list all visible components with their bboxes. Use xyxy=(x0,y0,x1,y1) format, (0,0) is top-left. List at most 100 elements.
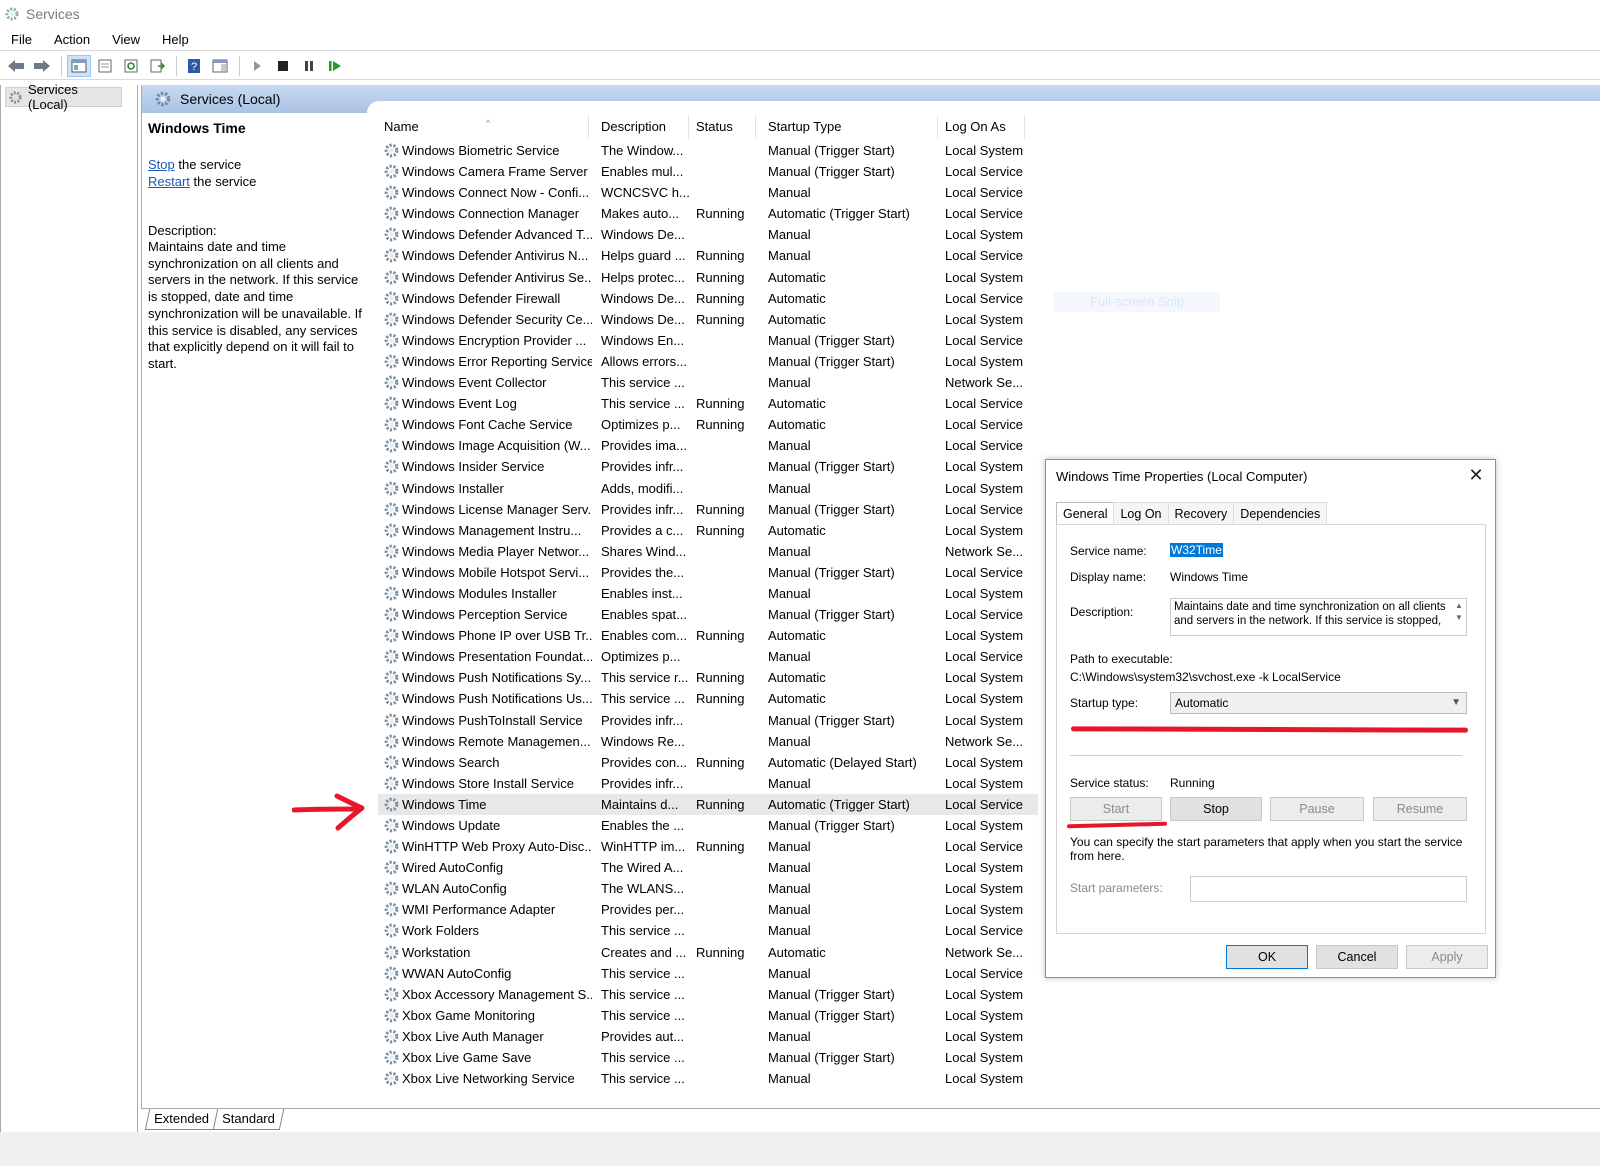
column-header-log-on-as[interactable]: Log On As xyxy=(945,115,1025,139)
play-icon[interactable] xyxy=(245,55,269,77)
sort-caret-icon: ^ xyxy=(486,118,491,128)
service-startup-type: Manual (Trigger Start) xyxy=(768,164,895,180)
restart-icon[interactable] xyxy=(323,55,347,77)
red-arrow-annotation xyxy=(292,793,365,831)
stop-link[interactable]: Stop xyxy=(148,157,175,172)
tab-dependencies[interactable]: Dependencies xyxy=(1233,502,1328,524)
start-params-input[interactable] xyxy=(1190,876,1467,902)
close-icon[interactable]: ✕ xyxy=(1465,464,1487,486)
chevron-down-icon[interactable]: ▼ xyxy=(1455,613,1463,622)
show-hide-pane-icon[interactable] xyxy=(208,55,232,77)
table-row[interactable]: Windows Defender Antivirus N... Helps gua… xyxy=(378,245,1038,266)
apply-button[interactable]: Apply xyxy=(1406,945,1488,969)
pause-icon[interactable] xyxy=(297,55,321,77)
table-row[interactable]: Windows Font Cache Service Optimizes p...… xyxy=(378,414,1038,435)
console-tree-icon[interactable] xyxy=(67,54,91,77)
service-log-on-as: Local System xyxy=(945,585,1024,601)
table-row[interactable]: Windows Media Player Networ... Shares Win… xyxy=(378,541,1038,562)
table-row[interactable]: Windows Mobile Hotspot Servi... Provides … xyxy=(378,562,1038,583)
table-row[interactable]: Xbox Live Game Save This service ... Manua… xyxy=(378,1047,1038,1068)
table-row[interactable]: Windows Push Notifications Us... This ser… xyxy=(378,688,1038,709)
pause-button[interactable]: Pause xyxy=(1270,797,1364,821)
table-row[interactable]: Windows Time Maintains d... Running Automat… xyxy=(378,793,1038,815)
service-name: Xbox Live Networking Service xyxy=(402,1071,575,1087)
tab-standard[interactable]: Standard xyxy=(212,1109,284,1130)
tab-recovery[interactable]: Recovery xyxy=(1167,502,1235,524)
table-row[interactable]: Windows Update Enables the ... Manual (Tri… xyxy=(378,815,1038,836)
tree-item-services-local[interactable]: Services (Local) xyxy=(5,82,122,112)
refresh-icon[interactable] xyxy=(119,55,143,77)
properties-icon[interactable] xyxy=(93,55,117,77)
table-row[interactable]: Windows Camera Frame Server Enables mul..… xyxy=(378,161,1038,182)
menu-help[interactable]: Help xyxy=(151,32,200,47)
table-row[interactable]: Windows Defender Security Ce... Windows D… xyxy=(378,309,1038,330)
table-row[interactable]: Windows Insider Service Provides infr... M… xyxy=(378,456,1038,477)
column-header-startup-type[interactable]: Startup Type xyxy=(768,115,938,139)
table-row[interactable]: Xbox Live Networking Service This service… xyxy=(378,1068,1038,1089)
cancel-button[interactable]: Cancel xyxy=(1316,945,1398,969)
menu-file[interactable]: File xyxy=(0,32,43,47)
table-row[interactable]: Windows Event Collector This service ... M… xyxy=(378,372,1038,393)
table-row[interactable]: Windows Presentation Foundat... Optimizes… xyxy=(378,646,1038,667)
stop-button[interactable]: Stop xyxy=(1170,797,1262,821)
menu-action[interactable]: Action xyxy=(43,32,101,47)
table-row[interactable]: Windows Connection Manager Makes auto... R… xyxy=(378,203,1038,224)
column-header-status[interactable]: Status xyxy=(696,115,756,139)
export-list-icon[interactable] xyxy=(145,55,169,77)
startup-type-select[interactable]: Automatic ▼ xyxy=(1170,692,1467,714)
table-row[interactable]: Windows Defender Advanced T... Windows De… xyxy=(378,224,1038,245)
table-row[interactable]: Windows Management Instru... Provides a c… xyxy=(378,520,1038,541)
tab-extended[interactable]: Extended xyxy=(144,1109,219,1130)
table-row[interactable]: Windows Defender Antivirus Se... Helps pr… xyxy=(378,267,1038,288)
table-row[interactable]: Windows License Manager Serv... Provides … xyxy=(378,499,1038,520)
table-row[interactable]: Xbox Game Monitoring This service ... Manu… xyxy=(378,1005,1038,1026)
forward-arrow-icon[interactable] xyxy=(30,55,54,77)
table-row[interactable]: Windows Defender Firewall Windows De... Ru… xyxy=(378,288,1038,309)
menu-view[interactable]: View xyxy=(101,32,151,47)
table-row[interactable]: Windows PushToInstall Service Provides in… xyxy=(378,710,1038,731)
ok-button[interactable]: OK xyxy=(1226,945,1308,969)
table-row[interactable]: Windows Encryption Provider ... Windows E… xyxy=(378,330,1038,351)
service-name-value[interactable]: W32Time xyxy=(1170,543,1223,557)
table-row[interactable]: Windows Perception Service Enables spat..… xyxy=(378,604,1038,625)
divider xyxy=(1070,755,1462,756)
table-row[interactable]: Work Folders This service ... Manual Local … xyxy=(378,920,1038,941)
table-row[interactable]: Windows Biometric Service The Window... Ma… xyxy=(378,140,1038,161)
table-row[interactable]: Workstation Creates and ... Running Automat… xyxy=(378,942,1038,963)
service-name: Windows Update xyxy=(402,818,501,833)
description-field[interactable]: Maintains date and time synchronization … xyxy=(1170,598,1467,636)
table-row[interactable]: Wired AutoConfig The Wired A... Manual Loca… xyxy=(378,857,1038,878)
table-row[interactable]: Windows Search Provides con... Running Auto… xyxy=(378,752,1038,773)
gear-icon xyxy=(383,733,400,750)
table-row[interactable]: Xbox Accessory Management S... This servi… xyxy=(378,984,1038,1005)
start-button[interactable]: Start xyxy=(1070,797,1162,821)
table-row[interactable]: Windows Error Reporting Service Allows er… xyxy=(378,351,1038,372)
table-row[interactable]: Windows Event Log This service ... Running… xyxy=(378,393,1038,414)
table-row[interactable]: Windows Modules Installer Enables inst...… xyxy=(378,583,1038,604)
table-row[interactable]: Windows Connect Now - Confi... WCNCSVC h.… xyxy=(378,182,1038,203)
stop-icon[interactable] xyxy=(271,55,295,77)
table-row[interactable]: Windows Push Notifications Sy... This ser… xyxy=(378,667,1038,688)
description-scrollbar[interactable]: ▲ ▼ xyxy=(1453,600,1465,634)
column-header-name[interactable]: Name ^ xyxy=(384,115,589,139)
service-startup-type: Manual xyxy=(768,438,811,454)
tab-general[interactable]: General xyxy=(1056,502,1115,525)
service-description: Enables com... xyxy=(601,628,687,644)
restart-link[interactable]: Restart xyxy=(148,174,190,189)
help-icon[interactable]: ? xyxy=(182,55,206,77)
table-row[interactable]: Windows Image Acquisition (W... Provides … xyxy=(378,435,1038,456)
column-header-description[interactable]: Description xyxy=(601,115,689,139)
table-row[interactable]: WMI Performance Adapter Provides per... Ma… xyxy=(378,899,1038,920)
table-row[interactable]: Windows Installer Adds, modifi... Manual Lo… xyxy=(378,478,1038,499)
table-row[interactable]: WWAN AutoConfig This service ... Manual Loc… xyxy=(378,963,1038,984)
table-row[interactable]: Windows Remote Managemen... Windows Re...… xyxy=(378,731,1038,752)
table-row[interactable]: Xbox Live Auth Manager Provides aut... Man… xyxy=(378,1026,1038,1047)
table-row[interactable]: WLAN AutoConfig The WLANS... Manual Local S… xyxy=(378,878,1038,899)
tab-log-on[interactable]: Log On xyxy=(1113,502,1169,524)
back-arrow-icon[interactable] xyxy=(4,55,28,77)
table-row[interactable]: WinHTTP Web Proxy Auto-Disc... WinHTTP im… xyxy=(378,836,1038,857)
chevron-up-icon[interactable]: ▲ xyxy=(1455,601,1463,610)
resume-button[interactable]: Resume xyxy=(1373,797,1467,821)
table-row[interactable]: Windows Store Install Service Provides in… xyxy=(378,773,1038,794)
table-row[interactable]: Windows Phone IP over USB Tr... Enables c… xyxy=(378,625,1038,646)
